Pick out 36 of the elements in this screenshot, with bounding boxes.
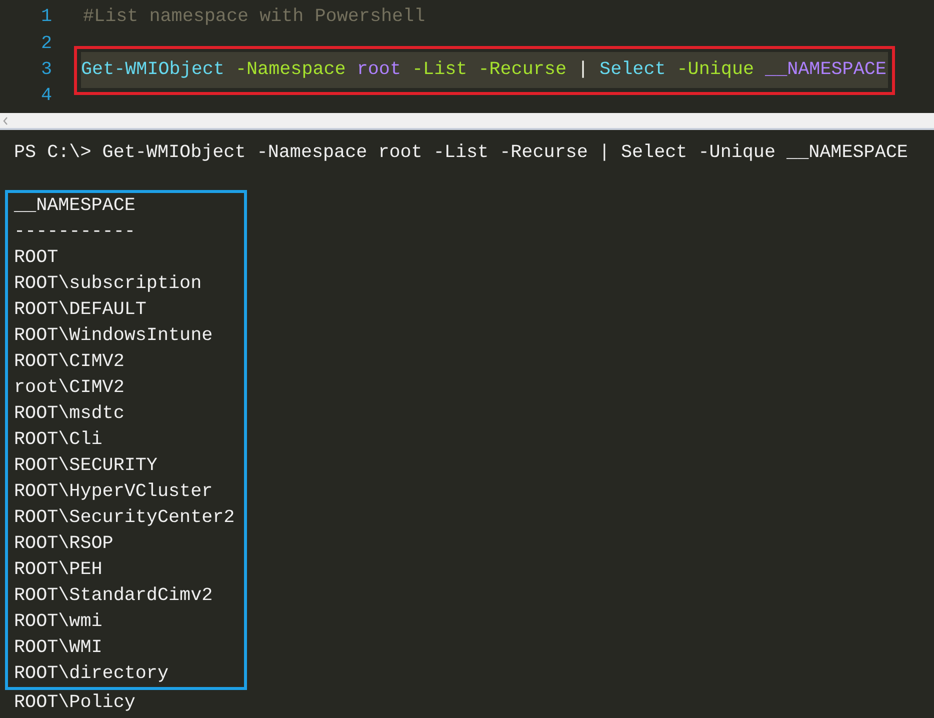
command-prompt: PS C:\> Get-WMIObject -Namespace root -List -Recurse | Select -Unique __NAMESPACE <box>14 141 909 165</box>
output-line: ROOT\CIMV2 <box>14 350 126 374</box>
line-number: 1 <box>40 5 52 30</box>
output-line: ROOT\WMI <box>14 636 104 660</box>
output-line: ROOT\PEH <box>14 558 104 582</box>
output-line: ROOT\HyperVCluster <box>14 480 214 504</box>
code-token: root <box>356 58 402 82</box>
output-line: ROOT\DEFAULT <box>14 298 148 322</box>
code-token: -List <box>412 58 468 82</box>
line-number: 4 <box>40 84 52 108</box>
code-token: Get-WMIObject <box>81 58 224 82</box>
code-token: -Recurse <box>478 58 566 82</box>
output-line: ROOT\Policy <box>14 691 136 716</box>
output-line: ROOT\SECURITY <box>14 454 158 478</box>
horizontal-scrollbar[interactable] <box>0 113 934 130</box>
output-line: ----------- <box>14 220 136 244</box>
output-line: ROOT\RSOP <box>14 532 114 556</box>
code-token: #List namespace with Powershell <box>83 5 426 30</box>
line-number: 2 <box>40 32 52 56</box>
output-line: ROOT <box>14 246 60 270</box>
output-line: ROOT\Cli <box>14 428 104 452</box>
output-line: ROOT\StandardCimv2 <box>14 584 214 608</box>
code-token: | <box>578 58 589 82</box>
output-line: ROOT\SecurityCenter2 <box>14 506 236 530</box>
code-token: Select <box>600 58 666 82</box>
output-line: __NAMESPACE <box>14 194 136 218</box>
output-line: root\CIMV2 <box>14 376 126 400</box>
output-line: ROOT\subscription <box>14 272 203 296</box>
output-line: ROOT\WindowsIntune <box>14 324 214 348</box>
code-token: -Namespace <box>235 58 346 82</box>
code-token: __NAMESPACE <box>765 58 886 82</box>
code-token: -Unique <box>676 58 754 82</box>
output-line: ROOT\wmi <box>14 610 104 634</box>
line-number: 3 <box>40 58 52 82</box>
output-line: ROOT\msdtc <box>14 402 126 426</box>
output-line: ROOT\directory <box>14 662 170 686</box>
